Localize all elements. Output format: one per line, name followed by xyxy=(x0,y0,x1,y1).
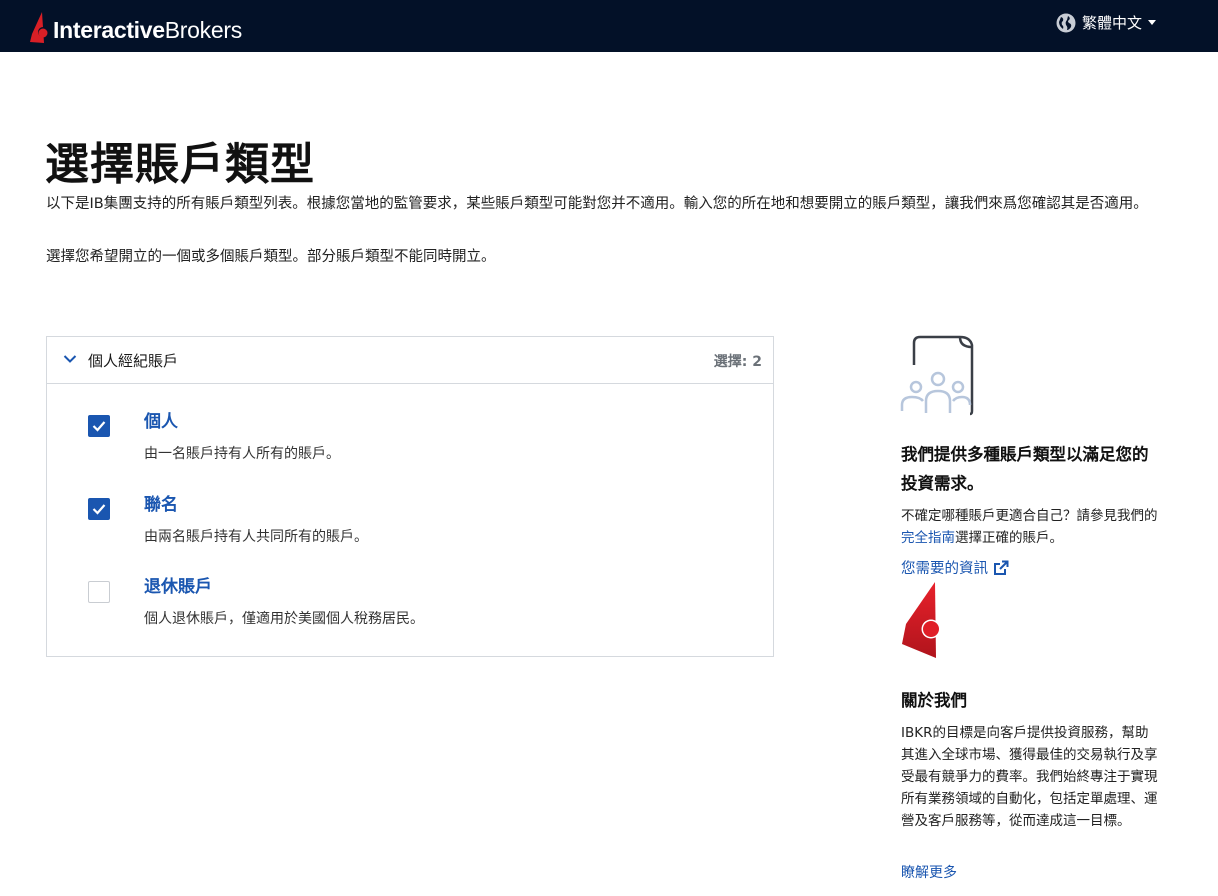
instruction-text: 選擇您希望開立的一個或多個賬戶類型。部分賬戶類型不能同時開立。 xyxy=(46,249,496,265)
option-desc-joint: 由兩名賬戶持有人共同所有的賬戶。 xyxy=(144,529,368,545)
checkmark-icon xyxy=(92,504,106,515)
checkbox-joint[interactable] xyxy=(88,498,110,520)
checkbox-individual[interactable] xyxy=(88,415,110,437)
option-desc-individual: 由一名賬戶持有人所有的賬戶。 xyxy=(144,446,340,462)
chevron-down-icon xyxy=(63,355,77,363)
selected-count-value: 2 xyxy=(752,354,762,370)
account-users-document-icon xyxy=(900,335,974,416)
complete-guide-link[interactable]: 完全指南 xyxy=(901,530,955,546)
globe-icon xyxy=(1056,13,1076,32)
ib-logo-icon xyxy=(30,12,48,43)
interactive-brokers-logo[interactable]: InteractiveBrokers xyxy=(30,10,242,46)
logo-text-bold: Interactive xyxy=(53,16,165,43)
sidebar-guide-text: 不確定哪種賬戶更適合自己？請參見我們的完全指南選擇正確的賬戶。 xyxy=(901,505,1163,549)
checkmark-icon xyxy=(92,421,106,432)
info-you-need-link[interactable]: 您需要的資訊 xyxy=(901,557,1009,578)
page-title: 選擇賬戶類型 xyxy=(45,139,315,190)
sidebar-text-after: 選擇正確的賬戶。 xyxy=(955,530,1063,546)
about-us-text: IBKR的目標是向客戶提供投資服務，幫助其進入全球市場、獲得最佳的交易執行及享受… xyxy=(901,725,1158,829)
option-title-joint[interactable]: 聯名 xyxy=(144,490,178,515)
sidebar-text-before: 不確定哪種賬戶更適合自己？請參見我們的 xyxy=(901,508,1158,524)
selected-count: 選擇: 2 xyxy=(714,351,762,371)
about-us-heading: 關於我們 xyxy=(901,691,967,710)
accordion-header[interactable]: 個人經紀賬戶 選擇: 2 xyxy=(47,337,773,384)
intro-text: 以下是IB集團支持的所有賬戶類型列表。根據您當地的監管要求，某些賬戶類型可能對您… xyxy=(46,196,1148,212)
option-title-retirement[interactable]: 退休賬戶 xyxy=(144,572,212,597)
learn-more-link[interactable]: 瞭解更多 xyxy=(901,862,957,882)
language-selector[interactable]: 繁體中文 xyxy=(1056,12,1156,33)
caret-down-icon xyxy=(1148,20,1156,25)
checkbox-retirement[interactable] xyxy=(88,581,110,603)
option-title-individual[interactable]: 個人 xyxy=(144,407,178,432)
option-desc-retirement: 個人退休賬戶，僅適用於美國個人稅務居民。 xyxy=(144,611,424,627)
top-navigation-bar: InteractiveBrokers 繁體中文 xyxy=(0,0,1218,52)
sidebar-heading: 我們提供多種賬戶類型以滿足您的投資需求。 xyxy=(901,445,1149,493)
external-link-icon xyxy=(994,560,1009,575)
ib-brand-mark-icon xyxy=(902,582,941,658)
language-label: 繁體中文 xyxy=(1081,14,1142,32)
logo-text-light: Brokers xyxy=(164,16,242,43)
info-link-label: 您需要的資訊 xyxy=(901,561,988,577)
accordion-title: 個人經紀賬戶 xyxy=(88,352,179,370)
account-type-accordion: 個人經紀賬戶 選擇: 2 個人 由一名賬戶持有人所有的賬戶。 聯名 由兩名賬戶持… xyxy=(46,336,774,657)
selected-count-label: 選擇: xyxy=(713,354,748,370)
